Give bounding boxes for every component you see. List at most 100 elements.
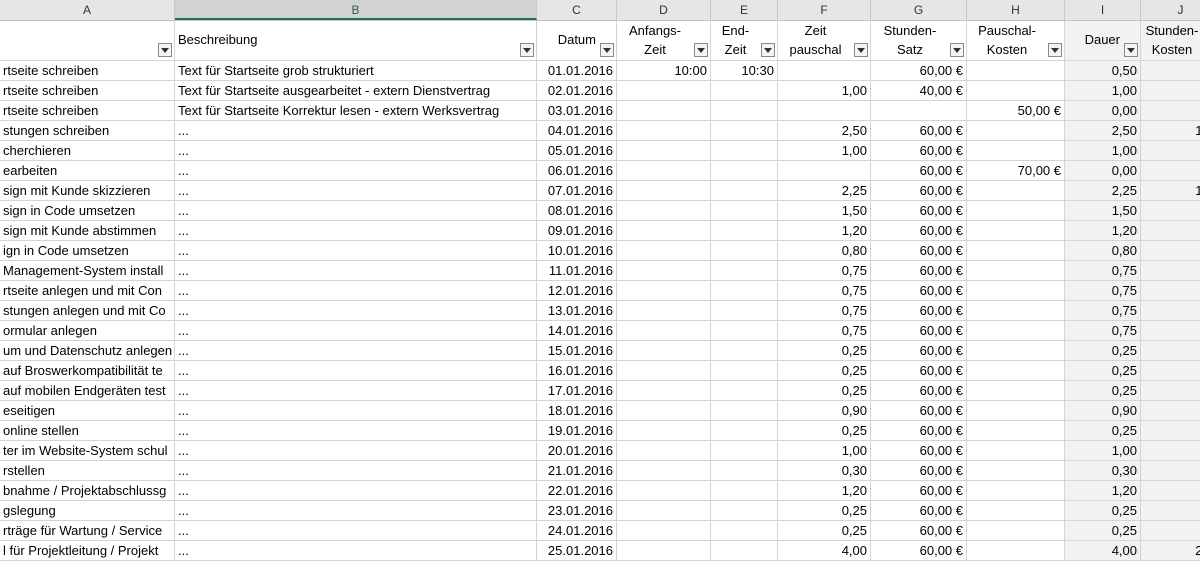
cell-c[interactable]: 04.01.2016 xyxy=(537,121,617,141)
column-header-i[interactable]: I xyxy=(1065,0,1141,20)
cell-d[interactable] xyxy=(617,221,711,241)
cell-j[interactable]: 15 xyxy=(1141,361,1200,381)
cell-c[interactable]: 13.01.2016 xyxy=(537,301,617,321)
cell-c[interactable]: 12.01.2016 xyxy=(537,281,617,301)
filter-dropdown-d-icon[interactable] xyxy=(694,43,708,57)
cell-e[interactable] xyxy=(711,521,778,541)
cell-f[interactable]: 1,00 xyxy=(778,441,871,461)
cell-f[interactable]: 0,75 xyxy=(778,301,871,321)
cell-j[interactable]: 240 xyxy=(1141,541,1200,561)
cell-e[interactable] xyxy=(711,501,778,521)
cell-j[interactable] xyxy=(1141,161,1200,181)
cell-d[interactable] xyxy=(617,101,711,121)
cell-c[interactable]: 11.01.2016 xyxy=(537,261,617,281)
cell-b[interactable]: ... xyxy=(175,201,537,221)
cell-g[interactable]: 60,00 € xyxy=(871,121,967,141)
cell-a[interactable]: sign mit Kunde abstimmen xyxy=(0,221,175,241)
cell-a[interactable]: rtseite schreiben xyxy=(0,61,175,81)
cell-e[interactable] xyxy=(711,361,778,381)
header-cell-g[interactable]: Stunden-Satz xyxy=(871,21,967,61)
header-cell-e[interactable]: End-Zeit xyxy=(711,21,778,61)
cell-j[interactable]: 45 xyxy=(1141,261,1200,281)
cell-d[interactable] xyxy=(617,421,711,441)
cell-i[interactable]: 0,00 xyxy=(1065,101,1141,121)
cell-i[interactable]: 0,00 xyxy=(1065,161,1141,181)
cell-j[interactable]: 135 xyxy=(1141,181,1200,201)
column-header-b[interactable]: B xyxy=(175,0,537,20)
cell-f[interactable]: 0,25 xyxy=(778,361,871,381)
header-cell-h[interactable]: Pauschal-Kosten xyxy=(967,21,1065,61)
cell-e[interactable] xyxy=(711,201,778,221)
cell-b[interactable]: ... xyxy=(175,361,537,381)
cell-d[interactable] xyxy=(617,461,711,481)
cell-g[interactable]: 60,00 € xyxy=(871,261,967,281)
cell-b[interactable]: ... xyxy=(175,341,537,361)
cell-d[interactable] xyxy=(617,361,711,381)
cell-b[interactable]: ... xyxy=(175,281,537,301)
cell-j[interactable]: 40 xyxy=(1141,81,1200,101)
cell-i[interactable]: 0,50 xyxy=(1065,61,1141,81)
cell-e[interactable] xyxy=(711,441,778,461)
cell-h[interactable] xyxy=(967,261,1065,281)
cell-i[interactable]: 0,25 xyxy=(1065,501,1141,521)
cell-e[interactable] xyxy=(711,141,778,161)
cell-e[interactable] xyxy=(711,221,778,241)
cell-a[interactable]: rtseite anlegen und mit Con xyxy=(0,281,175,301)
filter-dropdown-i-icon[interactable] xyxy=(1124,43,1138,57)
cell-e[interactable] xyxy=(711,321,778,341)
cell-a[interactable]: ormular anlegen xyxy=(0,321,175,341)
cell-h[interactable] xyxy=(967,281,1065,301)
header-cell-i[interactable]: Dauer xyxy=(1065,21,1141,61)
cell-j[interactable]: 30 xyxy=(1141,61,1200,81)
cell-c[interactable]: 07.01.2016 xyxy=(537,181,617,201)
cell-i[interactable]: 2,50 xyxy=(1065,121,1141,141)
cell-f[interactable]: 1,00 xyxy=(778,141,871,161)
cell-c[interactable]: 02.01.2016 xyxy=(537,81,617,101)
cell-c[interactable]: 03.01.2016 xyxy=(537,101,617,121)
filter-dropdown-e-icon[interactable] xyxy=(761,43,775,57)
cell-f[interactable]: 0,25 xyxy=(778,341,871,361)
cell-c[interactable]: 06.01.2016 xyxy=(537,161,617,181)
cell-g[interactable]: 40,00 € xyxy=(871,81,967,101)
cell-g[interactable]: 60,00 € xyxy=(871,461,967,481)
cell-h[interactable] xyxy=(967,341,1065,361)
cell-j[interactable] xyxy=(1141,101,1200,121)
cell-h[interactable] xyxy=(967,361,1065,381)
cell-j[interactable]: 15 xyxy=(1141,381,1200,401)
cell-h[interactable] xyxy=(967,181,1065,201)
filter-dropdown-f-icon[interactable] xyxy=(854,43,868,57)
filter-dropdown-c-icon[interactable] xyxy=(600,43,614,57)
cell-d[interactable] xyxy=(617,401,711,421)
cell-a[interactable]: rtseite schreiben xyxy=(0,81,175,101)
cell-f[interactable]: 0,75 xyxy=(778,281,871,301)
cell-j[interactable]: 48 xyxy=(1141,241,1200,261)
cell-i[interactable]: 2,25 xyxy=(1065,181,1141,201)
cell-d[interactable] xyxy=(617,541,711,561)
cell-i[interactable]: 0,25 xyxy=(1065,381,1141,401)
cell-b[interactable]: Text für Startseite ausgearbeitet - exte… xyxy=(175,81,537,101)
cell-h[interactable] xyxy=(967,121,1065,141)
cell-e[interactable] xyxy=(711,101,778,121)
cell-i[interactable]: 0,90 xyxy=(1065,401,1141,421)
cell-i[interactable]: 0,75 xyxy=(1065,301,1141,321)
cell-c[interactable]: 14.01.2016 xyxy=(537,321,617,341)
cell-i[interactable]: 1,20 xyxy=(1065,481,1141,501)
cell-h[interactable] xyxy=(967,401,1065,421)
cell-b[interactable]: ... xyxy=(175,401,537,421)
header-cell-j[interactable]: Stunden-Kosten xyxy=(1141,21,1200,61)
cell-f[interactable]: 4,00 xyxy=(778,541,871,561)
cell-a[interactable]: Management-System install xyxy=(0,261,175,281)
cell-d[interactable] xyxy=(617,241,711,261)
cell-b[interactable]: ... xyxy=(175,421,537,441)
cell-b[interactable]: ... xyxy=(175,441,537,461)
column-header-a[interactable]: A xyxy=(0,0,175,20)
cell-j[interactable]: 150 xyxy=(1141,121,1200,141)
cell-a[interactable]: um und Datenschutz anlegen xyxy=(0,341,175,361)
cell-g[interactable]: 60,00 € xyxy=(871,341,967,361)
cell-c[interactable]: 08.01.2016 xyxy=(537,201,617,221)
cell-d[interactable] xyxy=(617,441,711,461)
cell-c[interactable]: 22.01.2016 xyxy=(537,481,617,501)
cell-g[interactable]: 60,00 € xyxy=(871,321,967,341)
column-header-j[interactable]: J xyxy=(1141,0,1200,20)
cell-b[interactable]: ... xyxy=(175,381,537,401)
